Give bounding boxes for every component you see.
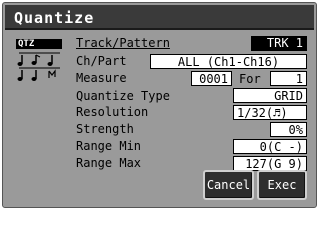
screen: Quantize QTZ Track/Pattern TRK 1 Ch/Part… <box>0 0 321 212</box>
title-bar: Quantize <box>5 5 314 30</box>
range-max-field[interactable]: 127(G 9) <box>233 156 307 171</box>
for-field[interactable]: 1 <box>270 71 307 86</box>
range-min-field[interactable]: 0(C -) <box>233 139 307 154</box>
quantize-type-field[interactable]: GRID <box>233 88 307 103</box>
range-max-label: Range Max <box>76 156 142 170</box>
resolution-field[interactable]: 1/32(♬) <box>233 105 307 120</box>
track-pattern-label: Track/Pattern <box>76 36 170 50</box>
measure-field[interactable]: 0001 <box>191 71 232 86</box>
quantize-type-label: Quantize Type <box>76 89 170 103</box>
strength-label: Strength <box>76 122 134 136</box>
ch-part-field[interactable]: ALL (Ch1-Ch16) <box>150 54 307 69</box>
range-min-label: Range Min <box>76 139 142 153</box>
music-notes-icon <box>17 52 60 81</box>
measure-label: Measure <box>76 71 127 85</box>
mode-tag: QTZ <box>16 39 62 49</box>
cancel-button[interactable]: Cancel <box>203 170 254 200</box>
for-label: For <box>239 72 261 86</box>
resolution-label: Resolution <box>76 105 149 119</box>
ch-part-label: Ch/Part <box>76 54 127 68</box>
quantize-dialog: Quantize QTZ Track/Pattern TRK 1 Ch/Part… <box>2 2 317 208</box>
track-pattern-value[interactable]: TRK 1 <box>251 36 307 51</box>
strength-field[interactable]: 0% <box>270 122 307 137</box>
exec-button[interactable]: Exec <box>257 170 307 200</box>
dialog-title: Quantize <box>14 9 95 27</box>
